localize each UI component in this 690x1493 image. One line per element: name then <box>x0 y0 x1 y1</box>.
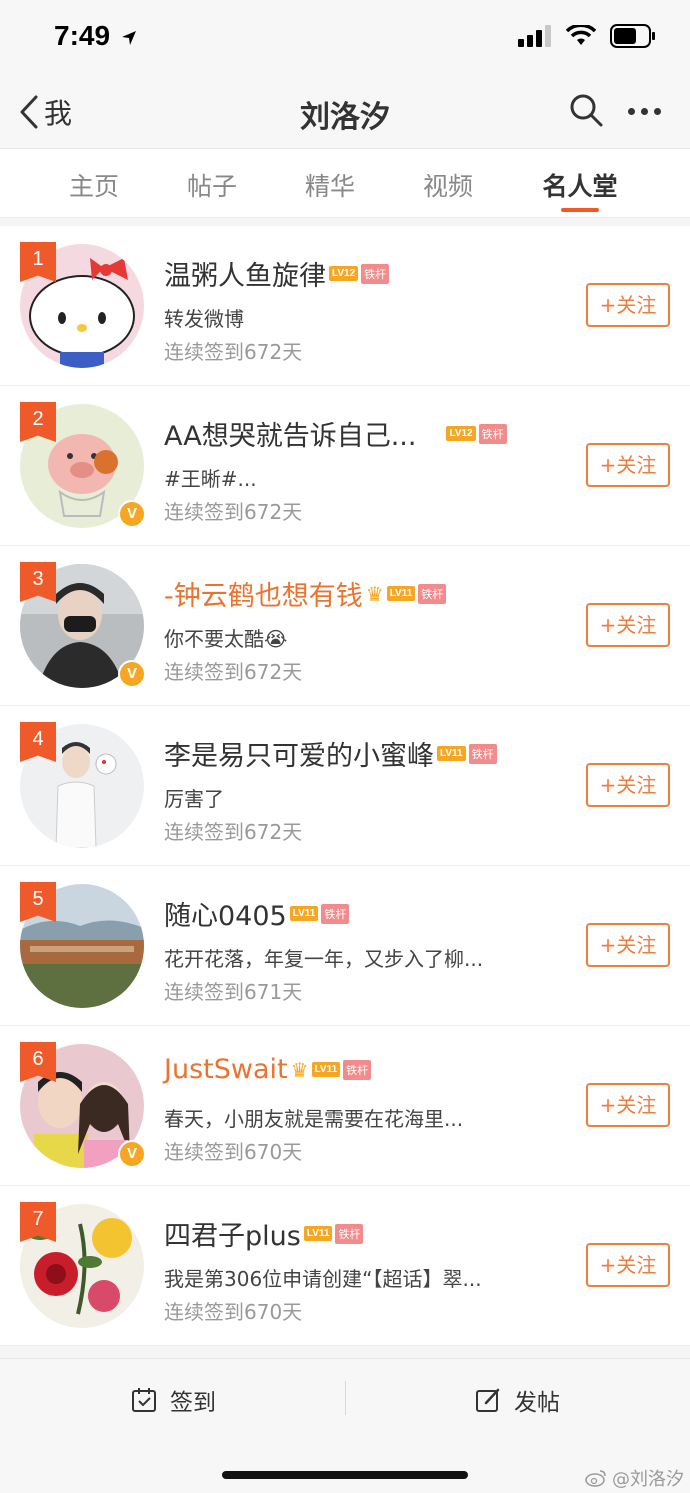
loyal-fan-badge: 铁杆 <box>335 1223 364 1244</box>
active-tab-indicator <box>561 208 599 212</box>
search-icon <box>570 94 603 127</box>
more-dot-icon <box>654 108 661 115</box>
list-item[interactable]: 7 四君子plus LV11 铁杆 我是第306位申请创建“【超话】翠... 连… <box>0 1186 690 1346</box>
member-name[interactable]: 温粥人鱼旋律 <box>164 254 326 293</box>
tab-featured[interactable]: 精华 <box>280 167 380 203</box>
level-badge: LV11 <box>289 906 319 921</box>
loyal-fan-badge: 铁杆 <box>343 1059 372 1080</box>
level-badge: LV11 <box>311 1062 341 1077</box>
member-name-line: 四君子plus LV11 铁杆 <box>164 1214 364 1253</box>
level-badge: LV11 <box>437 746 466 761</box>
checkin-label: 签到 <box>170 1390 216 1416</box>
more-button[interactable] <box>628 108 661 115</box>
tab-posts[interactable]: 帖子 <box>162 167 262 203</box>
tab-bar: 主页 帖子 精华 视频 名人堂 <box>0 148 690 218</box>
follow-button[interactable]: +关注 <box>586 283 670 327</box>
member-name[interactable]: -钟云鹤也想有钱 <box>164 574 363 613</box>
checkin-button[interactable]: 签到 <box>130 1383 216 1417</box>
edit-icon <box>476 1388 500 1412</box>
list-item[interactable]: 1 温粥人鱼旋律 LV12 铁杆 转发微博 连续签到672天 +关注 <box>0 226 690 386</box>
checkin-streak: 连续签到670天 <box>164 1300 303 1324</box>
member-name[interactable]: 随心0405 <box>164 894 287 933</box>
more-dot-icon <box>641 108 648 115</box>
loyal-fan-badge: 铁杆 <box>418 583 447 604</box>
hall-of-fame-list: 1 温粥人鱼旋律 LV12 铁杆 转发微博 连续签到672天 +关注 2 V A… <box>0 226 690 1346</box>
member-description: #王晰#... <box>164 467 257 491</box>
divider <box>345 1381 346 1415</box>
signal-icon <box>518 25 551 47</box>
tab-home[interactable]: 主页 <box>44 167 144 203</box>
checkin-streak: 连续签到672天 <box>164 340 303 364</box>
watermark: @刘洛汐 <box>584 1465 684 1491</box>
verified-badge: V <box>118 660 146 688</box>
new-post-button[interactable]: 发帖 <box>474 1383 560 1417</box>
member-name-line: 温粥人鱼旋律 LV12 铁杆 <box>164 254 390 293</box>
checkin-streak: 连续签到671天 <box>164 980 303 1004</box>
member-name[interactable]: AA想哭就告诉自己... <box>164 414 416 453</box>
checkin-streak: 连续签到672天 <box>164 660 303 684</box>
member-name-line: 随心0405 LV11 铁杆 <box>164 894 350 933</box>
list-item[interactable]: 4 李是易只可爱的小蜜峰 LV11 铁杆 厉害了 连续签到672天 +关注 <box>0 706 690 866</box>
list-item[interactable]: 3 V -钟云鹤也想有钱 ♛ LV11 铁杆 你不要太酷😭 连续签到672天 +… <box>0 546 690 706</box>
member-description: 花开花落，年复一年，又步入了柳... <box>164 947 484 971</box>
search-button[interactable] <box>568 92 604 132</box>
verified-badge: V <box>118 500 146 528</box>
status-time: 7:49 <box>54 20 138 52</box>
location-arrow-icon <box>121 30 136 45</box>
loyal-fan-badge: 铁杆 <box>468 743 497 764</box>
member-description: 春天，小朋友就是需要在花海里... <box>164 1107 464 1131</box>
follow-button[interactable]: +关注 <box>586 923 670 967</box>
member-description: 我是第306位申请创建“【超话】翠... <box>164 1267 482 1291</box>
battery-icon <box>610 24 655 48</box>
tab-videos[interactable]: 视频 <box>398 167 498 203</box>
crown-icon: ♛ <box>290 1057 309 1082</box>
wifi-icon <box>566 25 596 45</box>
checkin-streak: 连续签到670天 <box>164 1140 303 1164</box>
follow-button[interactable]: +关注 <box>586 603 670 647</box>
member-name-line: JustSwait ♛ LV11 铁杆 <box>164 1054 372 1085</box>
member-name-line: 李是易只可爱的小蜜峰 LV11 铁杆 <box>164 734 497 773</box>
member-name[interactable]: 四君子plus <box>164 1214 301 1253</box>
member-description: 你不要太酷😭 <box>164 627 288 651</box>
level-badge: LV11 <box>303 1226 333 1241</box>
loyal-fan-badge: 铁杆 <box>478 423 507 444</box>
bottom-action-bar: 签到 发帖 @刘洛汐 <box>0 1358 690 1493</box>
follow-button[interactable]: +关注 <box>586 1083 670 1127</box>
checkin-streak: 连续签到672天 <box>164 500 303 524</box>
list-item[interactable]: 6 V JustSwait ♛ LV11 铁杆 春天，小朋友就是需要在花海里..… <box>0 1026 690 1186</box>
follow-button[interactable]: +关注 <box>586 763 670 807</box>
follow-button[interactable]: +关注 <box>586 1243 670 1287</box>
loyal-fan-badge: 铁杆 <box>321 903 350 924</box>
weibo-logo-icon <box>585 1470 606 1487</box>
member-name[interactable]: 李是易只可爱的小蜜峰 <box>164 734 434 773</box>
follow-button[interactable]: +关注 <box>586 443 670 487</box>
member-name-line: -钟云鹤也想有钱 ♛ LV11 铁杆 <box>164 574 447 613</box>
calendar-check-icon <box>132 1388 156 1412</box>
level-badge: LV12 <box>446 426 476 441</box>
member-name-line: AA想哭就告诉自己... LV12 铁杆 <box>164 414 507 453</box>
level-badge: LV11 <box>386 586 416 601</box>
post-label: 发帖 <box>514 1390 560 1416</box>
crown-icon: ♛ <box>365 581 384 606</box>
checkin-streak: 连续签到672天 <box>164 820 303 844</box>
member-name[interactable]: JustSwait <box>164 1054 288 1085</box>
member-description: 转发微博 <box>164 307 244 331</box>
loyal-fan-badge: 铁杆 <box>361 263 390 284</box>
nav-bar: 我 刘洛汐 <box>0 74 690 148</box>
more-dot-icon <box>628 108 635 115</box>
verified-badge: V <box>118 1140 146 1168</box>
member-description: 厉害了 <box>164 787 224 811</box>
list-item[interactable]: 5 随心0405 LV11 铁杆 花开花落，年复一年，又步入了柳... 连续签到… <box>0 866 690 1026</box>
list-item[interactable]: 2 V AA想哭就告诉自己... LV12 铁杆 #王晰#... 连续签到672… <box>0 386 690 546</box>
level-badge: LV12 <box>329 266 359 281</box>
tab-hall-of-fame[interactable]: 名人堂 <box>530 167 630 203</box>
status-bar: 7:49 <box>0 0 690 74</box>
home-indicator[interactable] <box>222 1471 468 1479</box>
